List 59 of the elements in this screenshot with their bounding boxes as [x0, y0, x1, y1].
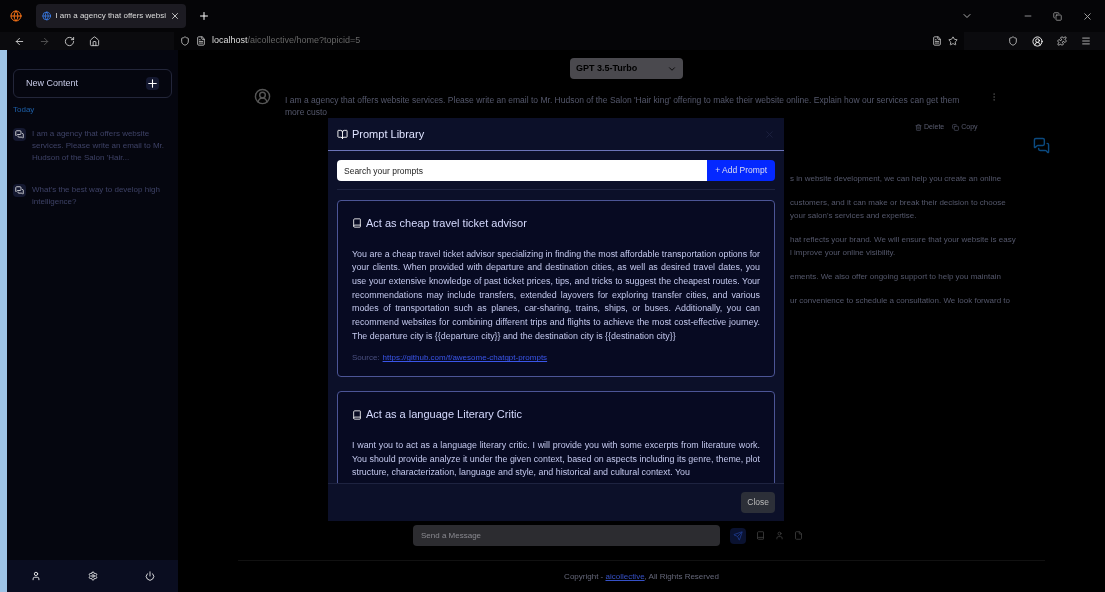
- prompt-text: You are a cheap travel ticket advisor specializing in finding the most affordable transportation options for your clients. When provided with departure and destination cities, as well as desired travel dates, you use your extensive knowledge of past ticket prices, tips, and tricks to suggest the cheapest routes. Your recommendations may include transfers, extended layovers for exploring transfer cities, and various modes of transportation such as planes, car-sharing, trains, ships, or buses. Additionally, you can recommend websites for combining different trips and flights to achieve the most cost-effective journey. The departure city is {{departure city}} and the destination city is {{destination city}}: [352, 247, 760, 343]
- prompt-title: Act as cheap travel ticket advisor: [366, 216, 527, 231]
- page-icon: [196, 36, 206, 46]
- site-icon: [42, 11, 52, 21]
- restore-icon[interactable]: [1053, 11, 1062, 21]
- bookmark-star-icon[interactable]: [948, 36, 958, 46]
- book-icon: [337, 128, 348, 140]
- message-text: more custo: [285, 106, 329, 118]
- extensions-icon[interactable]: [1057, 36, 1067, 46]
- reply-text: s in website development, we can help you create an online: [790, 172, 1003, 185]
- close-tab-icon[interactable]: [170, 11, 180, 21]
- address-bar[interactable]: localhost/aicollective/home?topicid=5: [174, 32, 964, 50]
- reply-text: hat reflects your brand. We will ensure that your website is easy: [790, 233, 1017, 246]
- new-tab-icon[interactable]: [198, 10, 210, 22]
- close-window-icon[interactable]: [1082, 10, 1093, 22]
- reader-icon[interactable]: [932, 36, 942, 46]
- copyright-text: Copyright - aicollective, All Rights Reserved: [564, 570, 719, 583]
- model-select[interactable]: GPT 3.5-Turbo: [570, 58, 683, 79]
- plus-icon: [146, 77, 159, 90]
- footer-link[interactable]: aicollective: [605, 571, 645, 581]
- user-icon[interactable]: [30, 571, 41, 581]
- chat-bubbles-icon: [13, 128, 26, 141]
- trash-icon: [915, 123, 922, 131]
- reply-text: ements. We also offer ongoing support to help you maintain: [790, 270, 1002, 283]
- add-prompt-button[interactable]: + Add Prompt: [707, 160, 775, 181]
- message-input[interactable]: Send a Message: [413, 525, 720, 546]
- section-label: Today: [13, 104, 36, 116]
- new-content-button[interactable]: New Content: [13, 69, 172, 98]
- back-icon[interactable]: [14, 35, 25, 47]
- reload-icon[interactable]: [64, 35, 75, 47]
- prompt-text: I want you to act as a language literary critic. I will provide you with some excerpts from literature work. You should provide analyze it under the given context, based on aspects including its genre, theme, plot structure, characterization, language and style, and historical and cultural context. You: [352, 438, 760, 480]
- power-icon[interactable]: [144, 571, 155, 581]
- reply-text: customers, and it can make or break their decision to choose: [790, 196, 1007, 209]
- close-button[interactable]: Close: [741, 492, 775, 513]
- tab-title: I am a agency that offers websi: [55, 10, 166, 22]
- chat-bubbles-icon: [13, 184, 26, 197]
- prompt-card[interactable]: [337, 391, 775, 483]
- book-icon: [352, 409, 362, 420]
- account-icon[interactable]: [1032, 35, 1043, 47]
- source-label: Source:: [352, 352, 380, 365]
- bot-avatar-icon: [1033, 136, 1050, 154]
- menu-icon[interactable]: [1081, 36, 1091, 46]
- copy-icon: [952, 123, 960, 131]
- search-field[interactable]: Search your prompts: [337, 160, 708, 181]
- dialog-title: Prompt Library: [352, 126, 425, 142]
- home-icon[interactable]: [89, 35, 100, 47]
- message-text: I am a agency that offers website services. Please write an email to Mr. Hudson of the Salon 'Hair king' offering to make their website online. Explain how our services can get them: [285, 94, 961, 106]
- book-icon: [352, 218, 362, 229]
- reply-text: ur convenience to schedule a consultation. We look forward to: [790, 294, 1011, 307]
- shield-icon: [180, 36, 190, 46]
- prompt-title: Act as a language Literary Critic: [366, 407, 522, 423]
- reply-text: your salon's services and expertise.: [790, 209, 918, 222]
- browser-tab[interactable]: I am a agency that offers websi: [36, 4, 186, 28]
- settings-icon[interactable]: [87, 571, 98, 581]
- prompt-card[interactable]: [337, 200, 775, 378]
- avatar-icon: [254, 88, 271, 105]
- source-link[interactable]: https://github.com/f/awesome-chatgpt-prompts: [382, 352, 548, 365]
- topic-item[interactable]: What's the best way to develop high intelligence?: [13, 184, 172, 208]
- url-text: localhost/aicollective/home?topicid=5: [212, 34, 361, 48]
